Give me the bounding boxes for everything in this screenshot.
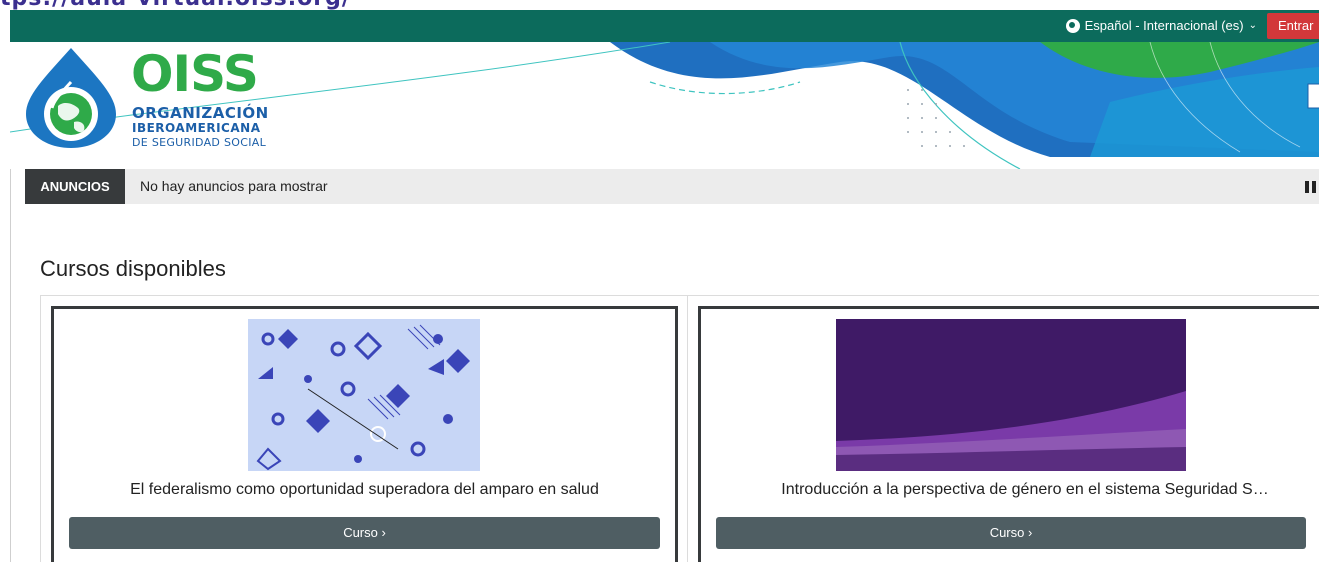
course-card[interactable]: El federalismo como oportunidad superado…: [51, 306, 678, 562]
course-button[interactable]: Curso ›: [69, 517, 660, 549]
pause-icon[interactable]: [1305, 181, 1317, 193]
course-image[interactable]: [248, 319, 480, 471]
logo-line-2: IBEROAMERICANA: [132, 121, 261, 135]
announcements-ticker: ANUNCIOS No hay anuncios para mostrar: [25, 169, 1319, 204]
url-fragment: tps://aula-virtual.oiss.org/: [0, 0, 420, 10]
course-card[interactable]: Introducción a la perspectiva de género …: [698, 306, 1319, 562]
announcements-text: No hay anuncios para mostrar: [140, 178, 328, 194]
top-navbar: Español - Internacional (es) ⌄ Entrar: [10, 10, 1319, 42]
course-image[interactable]: [836, 319, 1186, 471]
course-button[interactable]: Curso ›: [716, 517, 1306, 549]
course-pattern-graphic: [248, 319, 480, 471]
oiss-logo[interactable]: OISS ORGANIZACIÓN IBEROAMERICANA DE SEGU…: [24, 46, 274, 156]
logo-line-1: ORGANIZACIÓN: [132, 104, 269, 122]
course-banner-graphic: [836, 319, 1186, 471]
course-name[interactable]: Introducción a la perspectiva de género …: [701, 481, 1319, 499]
logo-acronym: OISS: [131, 45, 259, 103]
login-button[interactable]: Entrar: [1267, 13, 1319, 39]
language-label: Español - Internacional (es): [1084, 18, 1244, 33]
course-list: El federalismo como oportunidad superado…: [40, 295, 1319, 562]
globe-icon: [1065, 18, 1080, 33]
announcements-label: ANUNCIOS: [25, 169, 125, 204]
site-header: OISS ORGANIZACIÓN IBEROAMERICANA DE SEGU…: [10, 42, 1319, 169]
course-column: El federalismo como oportunidad superado…: [41, 296, 688, 562]
oiss-drop-emblem: [26, 48, 116, 148]
language-menu[interactable]: Español - Internacional (es) ⌄: [1065, 18, 1257, 33]
chevron-down-icon: ⌄: [1248, 20, 1257, 31]
logo-line-3: DE SEGURIDAD SOCIAL: [132, 136, 266, 149]
section-title: Cursos disponibles: [40, 256, 226, 281]
course-name[interactable]: El federalismo como oportunidad superado…: [54, 481, 675, 499]
course-column: Introducción a la perspectiva de género …: [688, 296, 1319, 562]
